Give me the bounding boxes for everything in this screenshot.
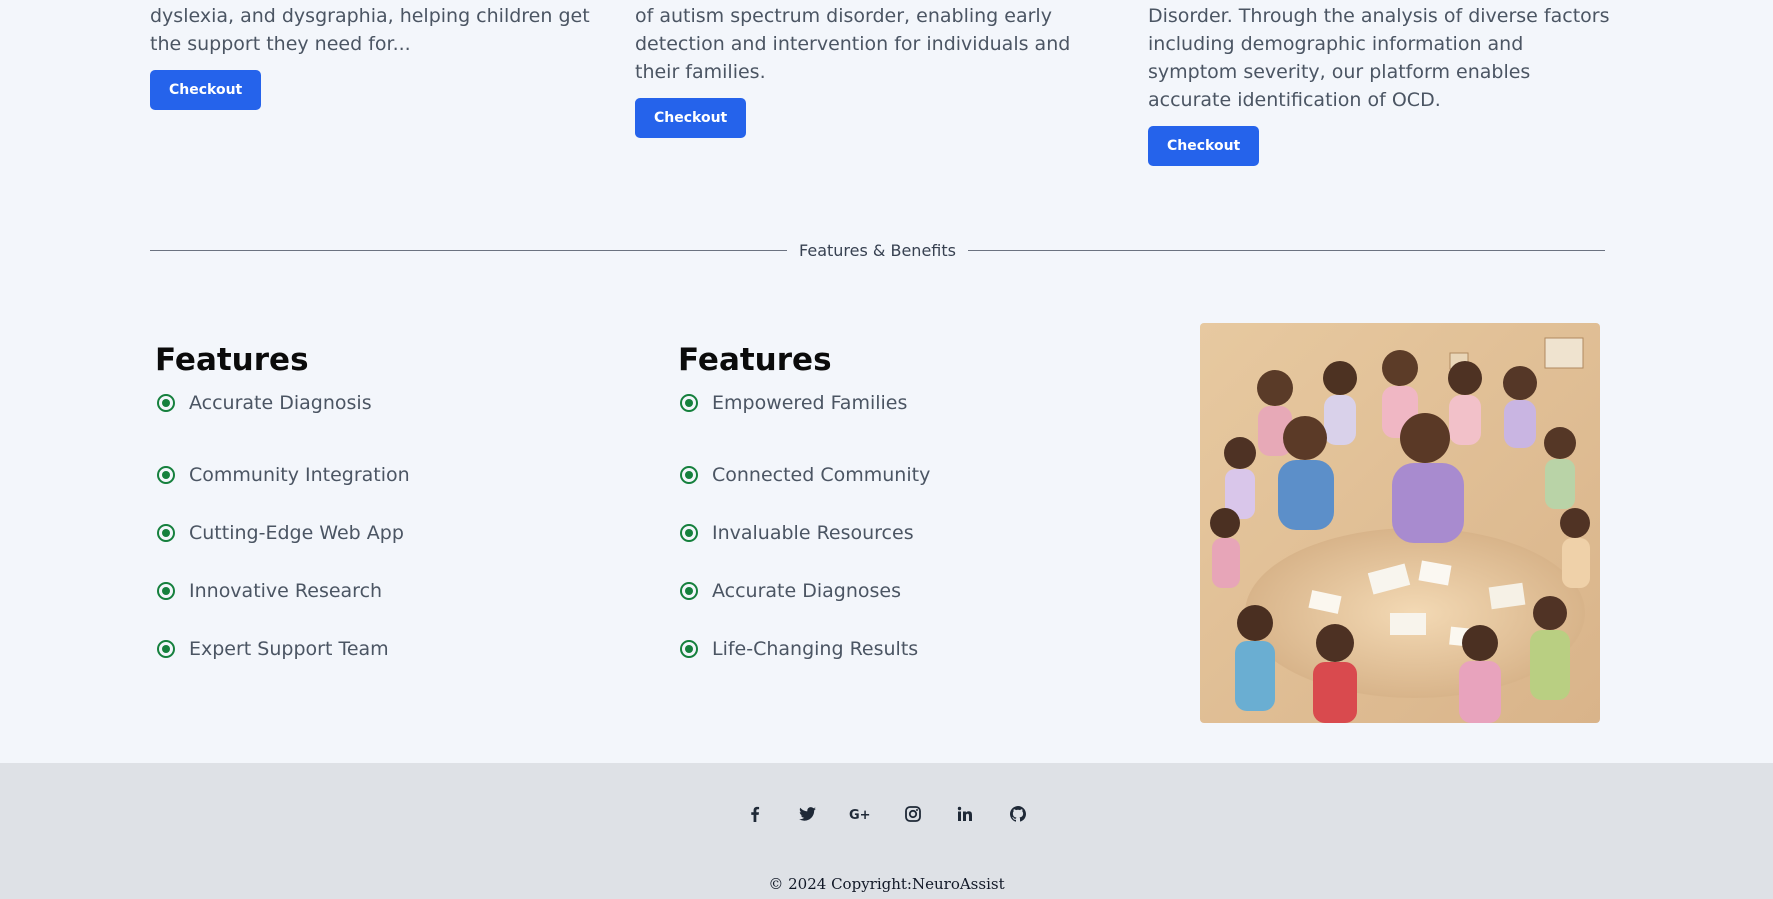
feature-item: Innovative Research bbox=[155, 562, 615, 620]
features-list: Empowered Families Connected Community I… bbox=[678, 388, 1138, 678]
checkout-button[interactable]: Checkout bbox=[150, 70, 262, 110]
feature-item: Accurate Diagnoses bbox=[678, 562, 1138, 620]
children-reading-illustration bbox=[1200, 323, 1600, 723]
svg-text:G+: G+ bbox=[849, 808, 871, 821]
feature-item: Accurate Diagnosis bbox=[155, 388, 615, 418]
radio-bullet-icon bbox=[157, 524, 175, 542]
feature-item: Expert Support Team bbox=[155, 620, 615, 678]
feature-label: Community Integration bbox=[189, 464, 410, 486]
checkout-button[interactable]: Checkout bbox=[1148, 126, 1260, 166]
feature-item: Empowered Families bbox=[678, 388, 1138, 418]
section-divider: Features & Benefits bbox=[150, 238, 1605, 262]
site-footer: G+ © 2024 Copyright:NeuroAssist bbox=[0, 763, 1773, 899]
feature-label: Accurate Diagnoses bbox=[712, 580, 901, 602]
radio-bullet-icon bbox=[680, 466, 698, 484]
feature-label: Expert Support Team bbox=[189, 638, 389, 660]
radio-bullet-icon bbox=[157, 394, 175, 412]
radio-bullet-icon bbox=[680, 524, 698, 542]
features-list: Accurate Diagnosis Community Integration… bbox=[155, 388, 615, 678]
feature-item: Life-Changing Results bbox=[678, 620, 1138, 678]
features-list-right: Features Empowered Families Connected Co… bbox=[678, 340, 1138, 678]
radio-bullet-icon bbox=[680, 394, 698, 412]
feature-item: Community Integration bbox=[155, 446, 615, 504]
github-icon[interactable] bbox=[992, 798, 1045, 830]
facebook-icon[interactable] bbox=[729, 798, 782, 830]
features-heading: Features bbox=[155, 342, 309, 378]
feature-item: Cutting-Edge Web App bbox=[155, 504, 615, 562]
feature-label: Accurate Diagnosis bbox=[189, 392, 372, 414]
feature-label: Connected Community bbox=[712, 464, 931, 486]
google-plus-icon[interactable]: G+ bbox=[834, 798, 887, 830]
section-divider-label: Features & Benefits bbox=[799, 240, 956, 260]
feature-label: Empowered Families bbox=[712, 392, 908, 414]
service-cards: dyslexia, and dysgraphia, helping childr… bbox=[150, 0, 1610, 180]
feature-label: Life-Changing Results bbox=[712, 638, 919, 660]
radio-bullet-icon bbox=[157, 582, 175, 600]
features-list-left: Features Accurate Diagnosis Community In… bbox=[155, 340, 615, 678]
service-card-ocd: Disorder. Through the analysis of divers… bbox=[1148, 0, 1618, 166]
divider-line-left bbox=[150, 249, 788, 251]
feature-label: Innovative Research bbox=[189, 580, 383, 602]
feature-item: Invaluable Resources bbox=[678, 504, 1138, 562]
linkedin-icon[interactable] bbox=[939, 798, 992, 830]
feature-label: Invaluable Resources bbox=[712, 522, 914, 544]
instagram-icon[interactable] bbox=[887, 798, 940, 830]
service-card-autism: of autism spectrum disorder, enabling ea… bbox=[635, 0, 1110, 138]
feature-label: Cutting-Edge Web App bbox=[189, 522, 404, 544]
feature-item: Connected Community bbox=[678, 446, 1138, 504]
radio-bullet-icon bbox=[680, 640, 698, 658]
twitter-icon[interactable] bbox=[782, 798, 835, 830]
checkout-button[interactable]: Checkout bbox=[635, 98, 747, 138]
social-links: G+ bbox=[0, 798, 1773, 830]
divider-line-right bbox=[967, 249, 1605, 251]
card-description: dyslexia, and dysgraphia, helping childr… bbox=[150, 5, 590, 55]
radio-bullet-icon bbox=[157, 640, 175, 658]
card-description: Disorder. Through the analysis of divers… bbox=[1148, 5, 1610, 111]
card-description: of autism spectrum disorder, enabling ea… bbox=[635, 5, 1071, 83]
copyright-text: © 2024 Copyright:NeuroAssist bbox=[768, 875, 1005, 893]
features-heading: Features bbox=[678, 342, 832, 378]
radio-bullet-icon bbox=[157, 466, 175, 484]
service-card-learning-disabilities: dyslexia, and dysgraphia, helping childr… bbox=[150, 0, 610, 110]
radio-bullet-icon bbox=[680, 582, 698, 600]
